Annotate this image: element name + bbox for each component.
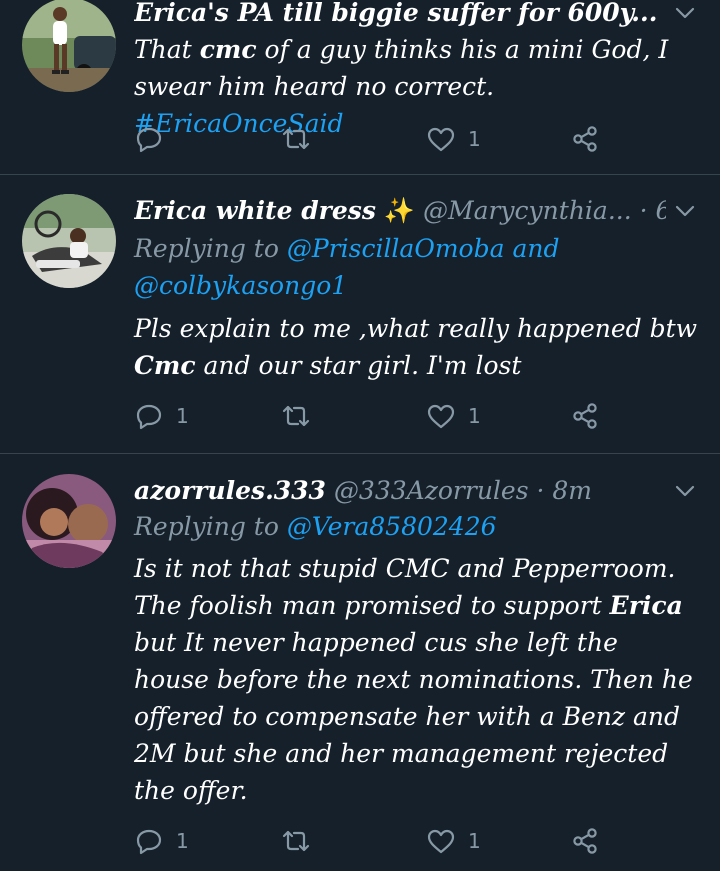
like-icon: [427, 829, 455, 854]
tweet-header: Erica white dress ✨ @Marycynthia... · 6m: [134, 194, 666, 228]
tweet[interactable]: azorrules.333 @333Azorrules · 8m Replyin…: [0, 454, 720, 871]
like-count: 1: [468, 404, 481, 428]
share-icon: [573, 126, 597, 152]
tweet-actions: 1 1: [134, 399, 604, 433]
tweet-text: Is it not that stupid CMC and Pepperroom…: [134, 554, 693, 805]
mentions-joiner[interactable]: and: [512, 234, 559, 263]
retweet-button[interactable]: [280, 824, 324, 858]
reply-icon: [136, 404, 162, 430]
share-button[interactable]: [570, 824, 600, 858]
like-count: 1: [468, 127, 481, 151]
tweet-actions: 1 1: [134, 824, 604, 858]
share-button[interactable]: [570, 122, 600, 156]
avatar[interactable]: [22, 474, 116, 568]
avatar[interactable]: [22, 194, 116, 288]
chevron-down-icon[interactable]: [674, 480, 696, 502]
retweet-button[interactable]: [280, 399, 324, 433]
like-count: 1: [468, 829, 481, 853]
reply-count: 1: [176, 404, 189, 428]
retweet-icon: [282, 830, 310, 852]
like-icon: [427, 127, 455, 152]
chevron-down-icon[interactable]: [674, 2, 696, 24]
separator-dot: ·: [536, 476, 545, 505]
like-icon: [427, 404, 455, 429]
like-button[interactable]: 1: [426, 122, 481, 156]
tweet[interactable]: Erica's PA till biggie suffer for 600y..…: [0, 0, 720, 175]
mention-link[interactable]: @colbykasongo1: [134, 271, 347, 300]
timestamp[interactable]: 6m: [656, 196, 666, 225]
tweet-text: Pls explain to me ,what really happened …: [134, 314, 698, 380]
mention-link[interactable]: @Vera85802426: [287, 512, 497, 541]
replying-to-label: Replying to: [134, 234, 279, 263]
sparkle-emoji-icon: ✨: [383, 196, 416, 225]
replying-to: Replying to @Vera85802426: [134, 508, 696, 545]
share-icon: [573, 403, 597, 429]
like-button[interactable]: 1: [426, 824, 481, 858]
reply-icon: [136, 829, 162, 855]
retweet-icon: [282, 405, 310, 427]
tweet-actions: 1: [134, 122, 604, 156]
tweet-header: Erica's PA till biggie suffer for 600y..…: [134, 0, 666, 30]
reply-icon: [136, 127, 162, 153]
reply-button[interactable]: 1: [134, 824, 189, 858]
replying-to-label: Replying to: [134, 512, 279, 541]
replying-to: Replying to @PriscillaOmoba and @colbyka…: [134, 230, 696, 304]
like-button[interactable]: 1: [426, 399, 481, 433]
author-name[interactable]: Erica's PA till biggie suffer for 600y..…: [134, 0, 657, 27]
chevron-down-icon[interactable]: [674, 200, 696, 222]
retweet-button[interactable]: [280, 122, 324, 156]
timestamp[interactable]: 8m: [552, 476, 592, 505]
retweet-icon: [282, 128, 310, 150]
reply-button[interactable]: 1: [134, 399, 189, 433]
mention-link[interactable]: @PriscillaOmoba: [287, 234, 505, 263]
author-name[interactable]: Erica white dress: [134, 196, 376, 225]
author-handle[interactable]: @333Azorrules: [334, 476, 529, 505]
reply-button[interactable]: [134, 122, 176, 156]
separator-dot: ·: [665, 0, 666, 27]
tweet[interactable]: Erica white dress ✨ @Marycynthia... · 6m…: [0, 175, 720, 454]
author-handle[interactable]: @Marycynthia...: [423, 196, 632, 225]
reply-count: 1: [176, 829, 189, 853]
author-name[interactable]: azorrules.333: [134, 476, 326, 505]
separator-dot: ·: [639, 196, 648, 225]
tweet-header: azorrules.333 @333Azorrules · 8m: [134, 474, 666, 508]
avatar[interactable]: [22, 0, 116, 92]
share-icon: [573, 828, 597, 854]
share-button[interactable]: [570, 399, 600, 433]
